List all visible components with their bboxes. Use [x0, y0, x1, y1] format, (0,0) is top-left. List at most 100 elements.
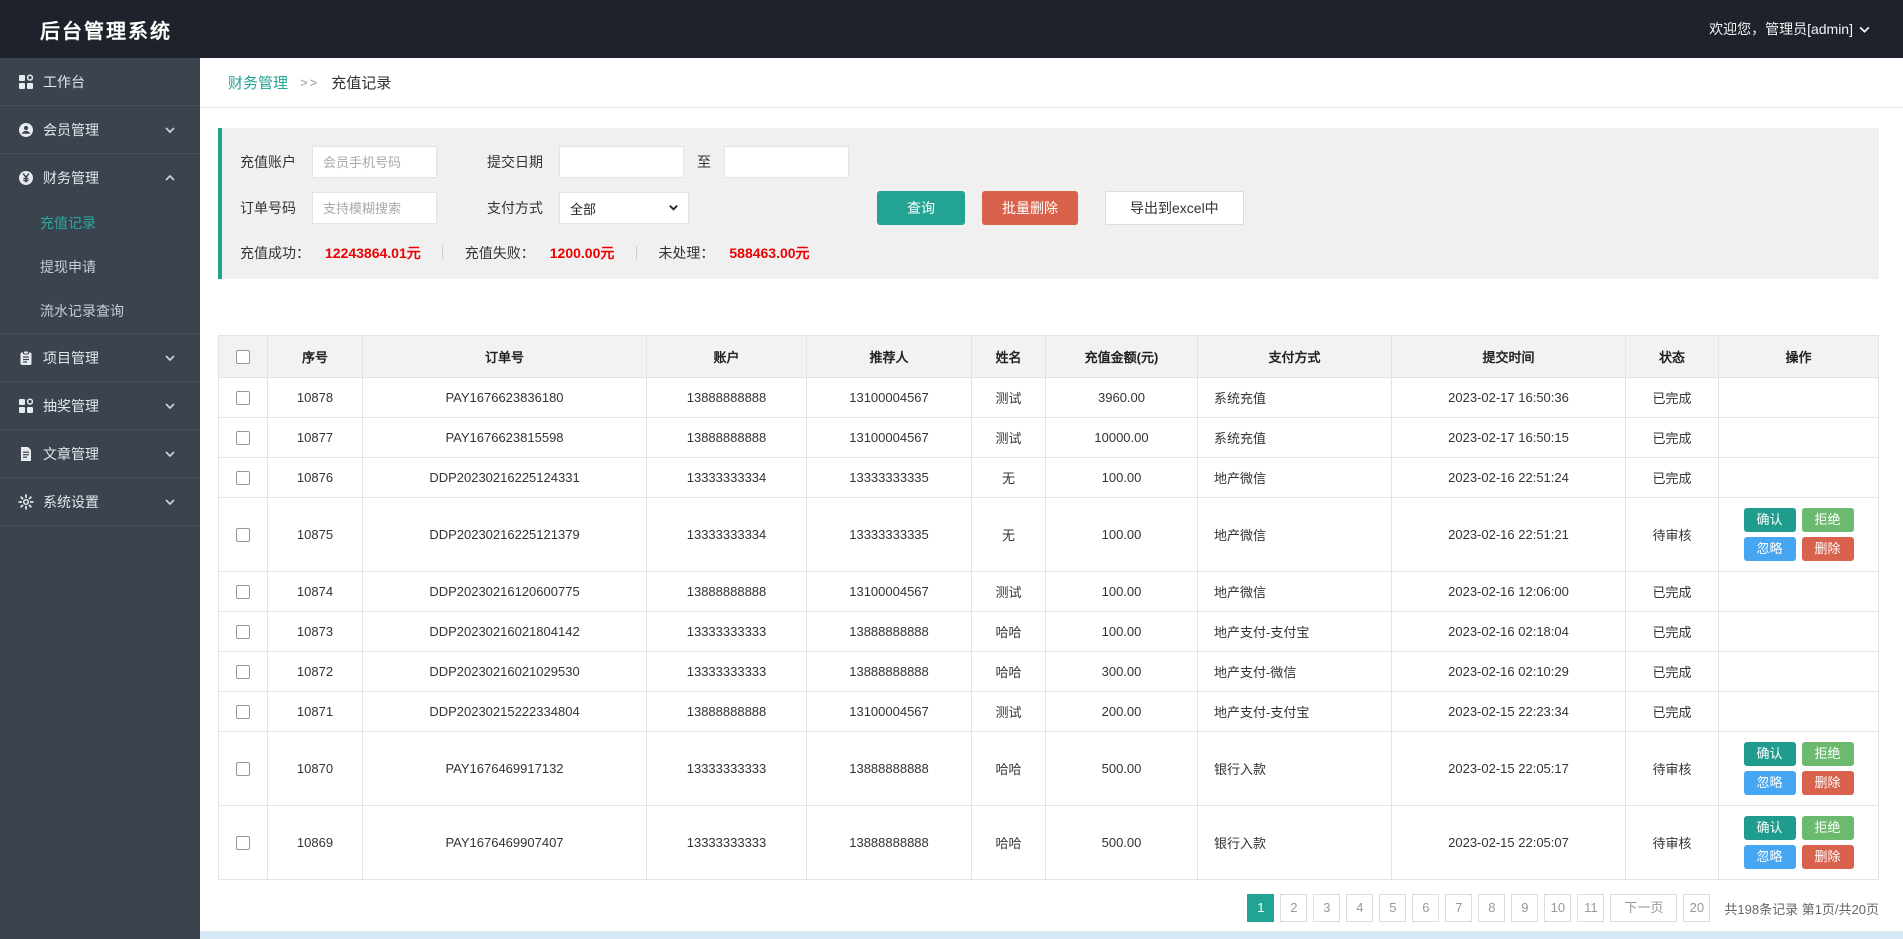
page-button-4[interactable]: 4: [1346, 894, 1373, 922]
row-checkbox[interactable]: [236, 528, 250, 542]
sidebar-block: 抽奖管理: [0, 382, 200, 430]
row-checkbox[interactable]: [236, 665, 250, 679]
page-button-5[interactable]: 5: [1379, 894, 1406, 922]
order-no-input[interactable]: [312, 192, 437, 224]
cell-time: 2023-02-17 16:50:36: [1392, 378, 1626, 418]
search-button[interactable]: 查询: [877, 191, 965, 225]
sidebar-item-label: 财务管理: [43, 168, 164, 188]
cell-amount: 500.00: [1046, 806, 1198, 880]
row-checkbox[interactable]: [236, 391, 250, 405]
cell-referrer: 13100004567: [807, 692, 972, 732]
fail-label: 充值失败：: [465, 243, 535, 263]
page-button-9[interactable]: 9: [1511, 894, 1538, 922]
cell-seq: 10875: [268, 498, 363, 572]
reject-button[interactable]: 拒绝: [1802, 816, 1854, 840]
chevron-down-icon: [164, 352, 176, 364]
reject-button[interactable]: 拒绝: [1802, 508, 1854, 532]
sidebar-block: 文章管理: [0, 430, 200, 478]
cell-status: 已完成: [1626, 458, 1719, 498]
cell-order-no: DDP20230216225121379: [363, 498, 647, 572]
row-checkbox[interactable]: [236, 705, 250, 719]
select-all-checkbox[interactable]: [236, 350, 250, 364]
page-button-10[interactable]: 10: [1544, 894, 1571, 922]
batch-delete-button[interactable]: 批量删除: [982, 191, 1078, 225]
breadcrumb-parent-link[interactable]: 财务管理: [228, 72, 288, 93]
row-checkbox[interactable]: [236, 585, 250, 599]
chevron-down-icon: [164, 400, 176, 412]
pagination: 1234567891011下一页20共198条记录 第1页/共20页: [218, 894, 1879, 922]
actions-cell: [1719, 458, 1879, 498]
cell-referrer: 13888888888: [807, 652, 972, 692]
sidebar-item-lottery-management[interactable]: 抽奖管理: [0, 382, 200, 429]
row-checkbox[interactable]: [236, 471, 250, 485]
sidebar-submenu: 充值记录提现申请流水记录查询: [0, 201, 200, 333]
page-button-7[interactable]: 7: [1445, 894, 1472, 922]
reject-button[interactable]: 拒绝: [1802, 742, 1854, 766]
sidebar-subitem-recharge-records[interactable]: 充值记录: [0, 201, 200, 245]
next-page-button[interactable]: 下一页: [1610, 894, 1677, 922]
sidebar-item-project-management[interactable]: 项目管理: [0, 334, 200, 381]
checkbox-cell: [219, 612, 268, 652]
cell-status: 待审核: [1626, 806, 1719, 880]
column-header: 充值金额(元): [1046, 336, 1198, 378]
recharge-account-label: 充值账户: [240, 152, 300, 172]
cell-order-no: PAY1676623815598: [363, 418, 647, 458]
row-checkbox[interactable]: [236, 431, 250, 445]
confirm-button[interactable]: 确认: [1744, 508, 1796, 532]
cell-seq: 10878: [268, 378, 363, 418]
sidebar-subitem-withdraw-requests[interactable]: 提现申请: [0, 245, 200, 289]
ignore-button[interactable]: 忽略: [1744, 537, 1796, 561]
chevron-up-icon: [164, 172, 176, 184]
confirm-button[interactable]: 确认: [1744, 742, 1796, 766]
cell-seq: 10869: [268, 806, 363, 880]
horizontal-scrollbar[interactable]: [200, 931, 1903, 939]
action-buttons: 确认拒绝忽略删除: [1723, 742, 1874, 795]
sidebar-item-member-management[interactable]: 会员管理: [0, 106, 200, 153]
sidebar-item-label: 文章管理: [43, 444, 164, 464]
export-excel-button[interactable]: 导出到excel中: [1105, 191, 1244, 225]
date-to-input[interactable]: [724, 146, 849, 178]
dashboard-icon: [18, 74, 34, 90]
user-menu[interactable]: 欢迎您，管理员[admin]: [1709, 19, 1871, 39]
member-icon: [18, 122, 34, 138]
last-page-button[interactable]: 20: [1683, 894, 1710, 922]
confirm-button[interactable]: 确认: [1744, 816, 1796, 840]
sidebar-subitem-flow-record-query[interactable]: 流水记录查询: [0, 289, 200, 333]
sidebar-item-workbench[interactable]: 工作台: [0, 58, 200, 105]
page-button-8[interactable]: 8: [1478, 894, 1505, 922]
actions-cell: [1719, 572, 1879, 612]
date-from-input[interactable]: [559, 146, 684, 178]
sidebar-item-article-management[interactable]: 文章管理: [0, 430, 200, 477]
stat-separator: ｜: [436, 243, 450, 263]
delete-button[interactable]: 删除: [1802, 845, 1854, 869]
pending-value: 588463.00元: [729, 243, 809, 263]
page-button-6[interactable]: 6: [1412, 894, 1439, 922]
page-button-2[interactable]: 2: [1280, 894, 1307, 922]
action-buttons: 确认拒绝忽略删除: [1723, 508, 1874, 561]
row-checkbox[interactable]: [236, 762, 250, 776]
column-header: 序号: [268, 336, 363, 378]
top-bar: 后台管理系统 欢迎您，管理员[admin]: [0, 0, 1903, 58]
checkbox-cell: [219, 458, 268, 498]
payment-method-select[interactable]: 全部: [559, 192, 689, 224]
row-checkbox[interactable]: [236, 836, 250, 850]
cell-name: 哈哈: [972, 806, 1046, 880]
recharge-account-input[interactable]: [312, 146, 437, 178]
page-button-3[interactable]: 3: [1313, 894, 1340, 922]
cell-amount: 500.00: [1046, 732, 1198, 806]
cell-referrer: 13888888888: [807, 612, 972, 652]
cell-time: 2023-02-16 02:10:29: [1392, 652, 1626, 692]
delete-button[interactable]: 删除: [1802, 771, 1854, 795]
page-button-11[interactable]: 11: [1577, 894, 1604, 922]
ignore-button[interactable]: 忽略: [1744, 771, 1796, 795]
column-header: 账户: [647, 336, 807, 378]
sidebar-item-system-settings[interactable]: 系统设置: [0, 478, 200, 525]
row-checkbox[interactable]: [236, 625, 250, 639]
cell-seq: 10874: [268, 572, 363, 612]
delete-button[interactable]: 删除: [1802, 537, 1854, 561]
sidebar-item-finance-management[interactable]: 财务管理: [0, 154, 200, 201]
cell-status: 待审核: [1626, 732, 1719, 806]
ignore-button[interactable]: 忽略: [1744, 845, 1796, 869]
cell-method: 地产支付-支付宝: [1198, 692, 1392, 732]
page-button-1[interactable]: 1: [1247, 894, 1274, 922]
